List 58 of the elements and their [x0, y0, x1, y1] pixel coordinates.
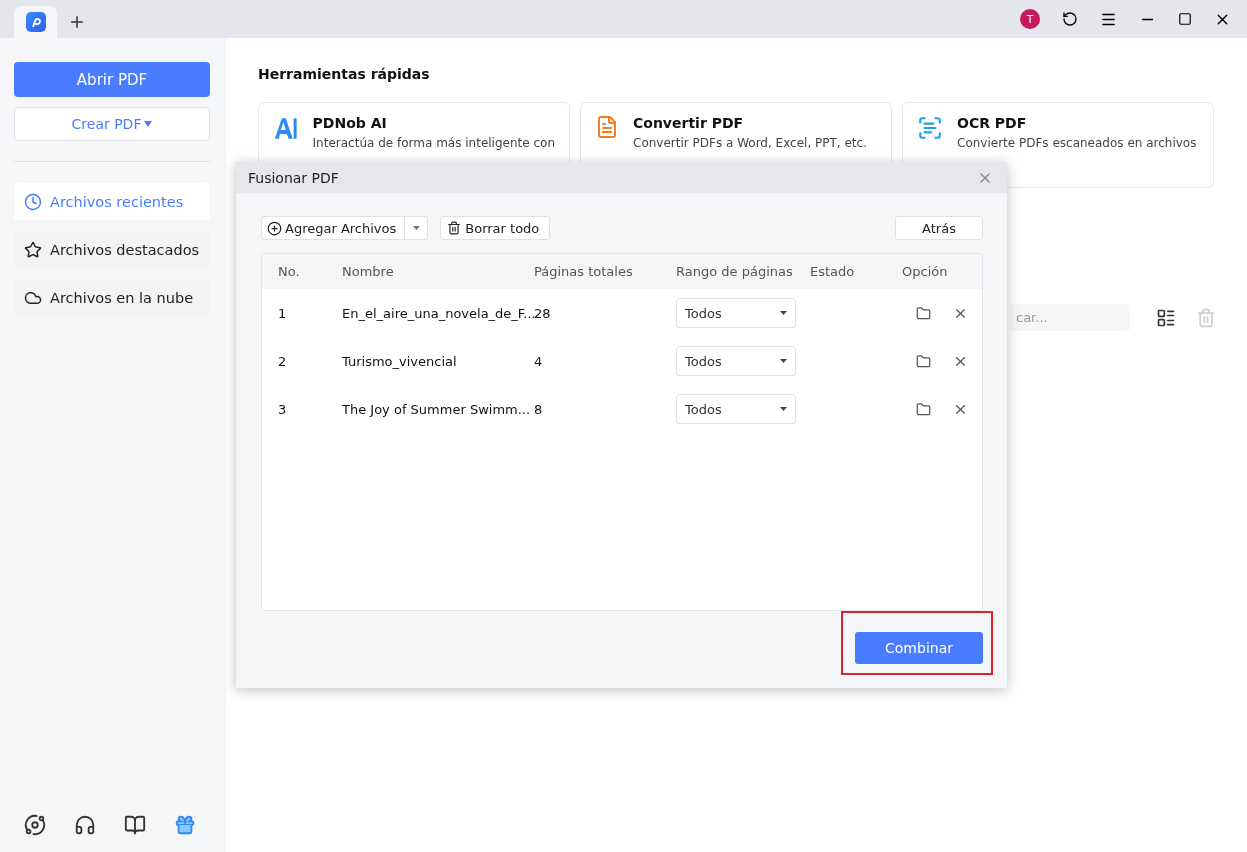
- column-header: No.: [278, 264, 301, 279]
- ai-icon: [273, 115, 299, 141]
- table-cell-text: Turismo_vivencial: [342, 353, 458, 369]
- app-logo-icon: [25, 12, 46, 32]
- caret-icon: [780, 407, 787, 411]
- section-heading: Herramientas rápidas: [258, 66, 431, 82]
- avatar[interactable]: T: [1020, 9, 1040, 29]
- table-cell-text: 1: [278, 305, 288, 321]
- create-pdf-button[interactable]: Crear PDF: [14, 107, 210, 141]
- refresh-icon[interactable]: [1062, 11, 1078, 27]
- maximize-icon[interactable]: [1178, 12, 1192, 26]
- trash-icon: [447, 221, 462, 235]
- back-button[interactable]: Atrás: [895, 216, 983, 240]
- caret-icon: [780, 359, 787, 363]
- headset-icon[interactable]: [74, 814, 96, 836]
- folder-icon[interactable]: [916, 353, 931, 369]
- planet-icon[interactable]: [24, 814, 46, 836]
- star-icon: [24, 240, 42, 259]
- page-range-select[interactable]: Todos: [676, 298, 796, 328]
- caret-icon: [412, 226, 420, 230]
- column-header: Opción: [902, 264, 949, 279]
- add-icon: [267, 220, 282, 236]
- folder-icon[interactable]: [916, 305, 931, 321]
- table-cell: En_el_aire_una_novela_de_F...: [342, 305, 534, 321]
- app-tab[interactable]: [14, 6, 57, 38]
- tool-title: PDNob AI: [312, 115, 388, 131]
- table-cell-text: 28: [534, 305, 552, 321]
- scan-icon: [917, 115, 943, 141]
- open-pdf-button[interactable]: Abrir PDF: [14, 62, 210, 97]
- table-cell-text: 4: [534, 353, 544, 369]
- new-tab-icon[interactable]: [68, 13, 86, 31]
- column-header: Nombre: [342, 264, 395, 279]
- page-range-select[interactable]: Todos: [676, 394, 796, 424]
- tool-description: Interactúa de forma más inteligente con: [312, 136, 555, 150]
- clock-icon: [24, 192, 42, 211]
- page-range-select[interactable]: Todos: [676, 346, 796, 376]
- table-cell-text: 8: [534, 401, 544, 417]
- table-cell-text: The Joy of Summer Swimm...: [342, 401, 532, 417]
- caret-icon: [144, 121, 153, 127]
- column-header: Estado: [810, 264, 856, 279]
- combine-button[interactable]: Combinar: [855, 632, 983, 664]
- tool-description: Convertir PDFs a Word, Excel, PPT, etc.: [633, 136, 867, 150]
- search-field[interactable]: car...: [1010, 304, 1130, 331]
- document-icon: [595, 115, 619, 139]
- list-view-icon[interactable]: [1156, 307, 1176, 328]
- gift-icon[interactable]: [174, 814, 196, 836]
- sidebar-item[interactable]: Archivos recientes: [14, 183, 210, 220]
- table-cell-text: 3: [278, 401, 288, 417]
- tool-description: Convierte PDFs escaneados en archivos: [957, 136, 1197, 150]
- folder-icon[interactable]: [916, 401, 931, 417]
- clear-all-button[interactable]: Borrar todo: [440, 216, 551, 240]
- tool-title: Convertir PDF: [633, 115, 745, 131]
- caret-icon: [780, 311, 787, 315]
- table-cell-text: 2: [278, 353, 288, 369]
- book-icon[interactable]: [124, 814, 146, 836]
- column-header: Páginas totales: [534, 264, 634, 279]
- column-header: Rango de páginas: [676, 264, 794, 279]
- tool-title: OCR PDF: [957, 115, 1028, 131]
